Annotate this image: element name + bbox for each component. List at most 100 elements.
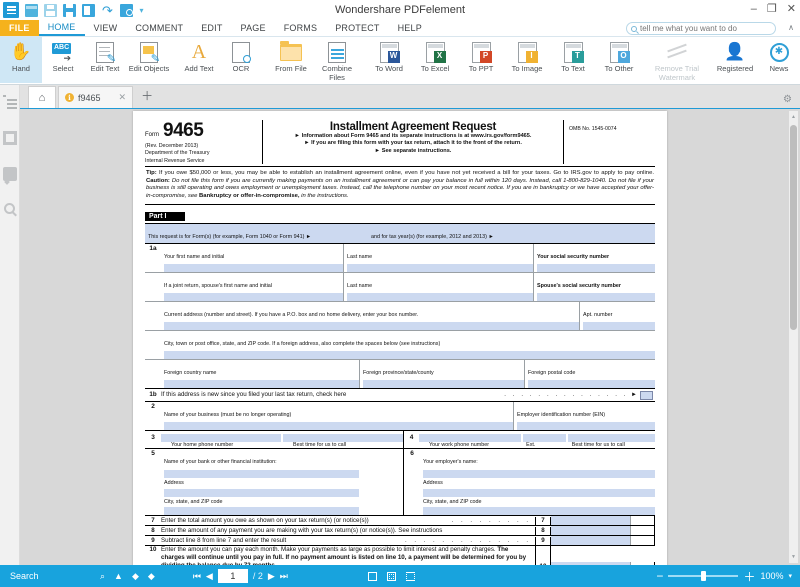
- next-page-button[interactable]: ▶: [268, 571, 275, 582]
- spouse-first-name-field[interactable]: [164, 292, 343, 301]
- document-viewport[interactable]: ▲ ▼ Form 9465 (Rev. December 2013) Depar…: [20, 109, 800, 565]
- menu-tab-help[interactable]: HELP: [389, 20, 431, 36]
- work-ext-field[interactable]: [522, 433, 566, 442]
- line-8-amount-field[interactable]: [551, 526, 631, 536]
- menu-tab-home[interactable]: HOME: [38, 20, 85, 36]
- zoom-out-button[interactable]: −: [656, 569, 663, 583]
- vertical-scrollbar[interactable]: ▲ ▼: [789, 111, 798, 563]
- business-name-field[interactable]: [164, 421, 513, 430]
- hand-tool-button[interactable]: ✋ Hand: [0, 37, 42, 83]
- menu-file[interactable]: FILE: [0, 20, 39, 36]
- status-search-icon[interactable]: ⌕: [100, 571, 105, 582]
- search-input[interactable]: [640, 24, 770, 33]
- city-state-zip-field[interactable]: [164, 350, 655, 359]
- ocr-button[interactable]: OCR: [220, 37, 262, 83]
- line-8-cents-field[interactable]: [631, 526, 655, 536]
- spouse-last-name-field[interactable]: [347, 292, 533, 301]
- employer-address-field[interactable]: [423, 488, 655, 497]
- close-button[interactable]: ✕: [787, 1, 796, 17]
- line-7-cents-field[interactable]: [631, 516, 655, 526]
- menu-tab-page[interactable]: PAGE: [232, 20, 275, 36]
- home-tab[interactable]: ⌂: [28, 86, 56, 108]
- maximize-button[interactable]: ❐: [767, 1, 777, 17]
- status-prev-result-icon[interactable]: ◆: [132, 571, 139, 582]
- select-tool-button[interactable]: ABC ➔ Select: [42, 37, 84, 83]
- edit-text-button[interactable]: ✎ Edit Text: [84, 37, 126, 83]
- menu-tab-comment[interactable]: COMMENT: [126, 20, 192, 36]
- scroll-down-arrow[interactable]: ▼: [791, 554, 796, 560]
- status-next-result-icon[interactable]: ◆: [148, 571, 155, 582]
- prev-page-button[interactable]: ◀: [206, 571, 213, 582]
- ssn-field[interactable]: [537, 263, 655, 272]
- scroll-up-arrow[interactable]: ▲: [791, 114, 796, 120]
- minimize-button[interactable]: –: [751, 1, 757, 17]
- gear-icon[interactable]: ⚙: [783, 94, 792, 105]
- line-9-amount-field[interactable]: [551, 536, 631, 546]
- current-address-field[interactable]: [164, 321, 579, 330]
- menu-tab-protect[interactable]: PROTECT: [326, 20, 388, 36]
- tell-me-search[interactable]: [626, 22, 776, 35]
- foreign-country-field[interactable]: [164, 379, 359, 388]
- ribbon-collapse-icon[interactable]: ∧: [788, 23, 794, 32]
- zoom-slider-knob[interactable]: [701, 571, 707, 581]
- line-9-cents-field[interactable]: [631, 536, 655, 546]
- search-panel-icon[interactable]: [4, 203, 15, 214]
- spouse-ssn-field[interactable]: [537, 292, 655, 301]
- last-page-button[interactable]: ⏭: [280, 571, 288, 582]
- status-search-label[interactable]: Search: [0, 571, 90, 581]
- last-name-field[interactable]: [347, 263, 533, 272]
- single-page-view-icon[interactable]: [367, 571, 377, 581]
- to-word-button[interactable]: W To Word: [366, 37, 412, 83]
- registered-button[interactable]: 👤 Registered: [712, 37, 758, 83]
- apt-number-field[interactable]: [583, 321, 655, 330]
- row-number-6: 6: [410, 450, 414, 458]
- to-ppt-button[interactable]: P To PPT: [458, 37, 504, 83]
- menu-tab-edit[interactable]: EDIT: [192, 20, 231, 36]
- comments-icon[interactable]: [2, 167, 17, 181]
- thumbnails-icon[interactable]: [2, 131, 17, 145]
- fit-page-view-icon[interactable]: [386, 571, 396, 581]
- menu-tab-view[interactable]: VIEW: [85, 20, 127, 36]
- continuous-view-icon[interactable]: [405, 571, 415, 581]
- employer-city-field[interactable]: [423, 507, 655, 516]
- zoom-slider[interactable]: [668, 571, 739, 581]
- zoom-caret-icon[interactable]: ▾: [788, 572, 792, 580]
- line-7-amount-field[interactable]: [551, 516, 631, 526]
- edit-objects-button[interactable]: ✎ Edit Objects: [126, 37, 172, 83]
- work-phone-field[interactable]: [419, 433, 521, 442]
- news-button[interactable]: ✱ News: [758, 37, 800, 83]
- bank-address-field[interactable]: [164, 488, 359, 497]
- zoom-in-button[interactable]: ＋: [743, 568, 755, 585]
- remove-trial-watermark-button[interactable]: Remove Trial Watermark: [648, 37, 706, 83]
- new-tab-button[interactable]: ＋: [141, 87, 153, 108]
- to-other-button[interactable]: O To Other: [596, 37, 642, 83]
- to-text-button[interactable]: T To Text: [550, 37, 596, 83]
- work-best-time-field[interactable]: [568, 433, 655, 442]
- foreign-province-field[interactable]: [363, 379, 524, 388]
- address-new-checkbox[interactable]: [640, 390, 653, 400]
- menu-tab-forms[interactable]: FORMS: [275, 20, 327, 36]
- from-file-button[interactable]: From File: [268, 37, 314, 83]
- bank-city-field[interactable]: [164, 507, 359, 516]
- ein-field[interactable]: [517, 421, 655, 430]
- to-image-button[interactable]: I To Image: [504, 37, 550, 83]
- employer-name-field[interactable]: [423, 470, 655, 479]
- document-tab-f9465[interactable]: ℹ f9465 ✕: [58, 86, 134, 108]
- first-name-field[interactable]: [164, 263, 343, 272]
- first-page-button[interactable]: ⏮: [193, 571, 201, 582]
- hand-tool-label: Hand: [12, 64, 30, 73]
- combine-files-button[interactable]: Combine Files: [314, 37, 360, 83]
- close-tab-icon[interactable]: ✕: [119, 92, 127, 103]
- bank-name-field[interactable]: [164, 470, 359, 479]
- bookmarks-icon[interactable]: [2, 95, 17, 109]
- status-up-icon[interactable]: ▲: [114, 571, 123, 581]
- home-phone-field[interactable]: [161, 433, 281, 442]
- add-text-button[interactable]: A Add Text: [178, 37, 220, 83]
- foreign-postal-field[interactable]: [528, 379, 655, 388]
- ocr-label: OCR: [232, 64, 250, 73]
- scroll-thumb[interactable]: [790, 125, 797, 330]
- home-best-time-field[interactable]: [283, 433, 403, 442]
- to-excel-button[interactable]: X To Excel: [412, 37, 458, 83]
- page-number-input[interactable]: 1: [217, 569, 248, 583]
- pdf-page[interactable]: Form 9465 (Rev. December 2013) Departmen…: [133, 111, 667, 565]
